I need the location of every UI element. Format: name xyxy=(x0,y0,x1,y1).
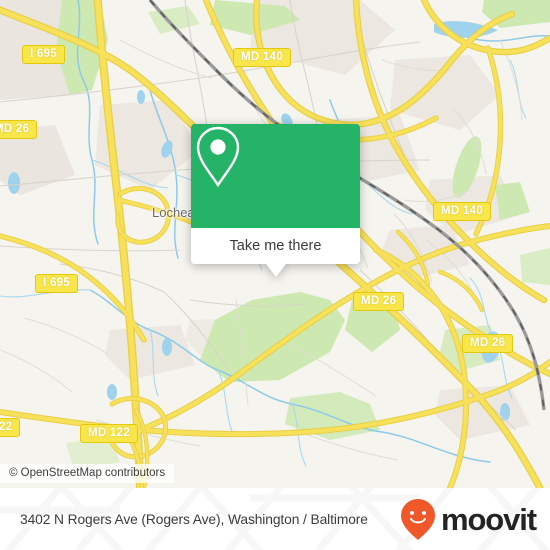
osm-attribution[interactable]: © OpenStreetMap contributors xyxy=(0,464,175,483)
moovit-logo[interactable]: moovit xyxy=(398,497,537,541)
popup-marker-area xyxy=(191,124,360,228)
moovit-pin-smiley-icon xyxy=(400,499,435,540)
shield-md26-center: MD 26 xyxy=(353,292,405,311)
shield-i695-north: I 695 xyxy=(22,45,66,64)
moovit-wordmark: moovit xyxy=(440,501,537,537)
shield-md140-east: MD 140 xyxy=(433,202,492,221)
shield-md22-southwest: 22 xyxy=(0,418,21,437)
footer-bar: 3402 N Rogers Ave (Rogers Ave), Washingt… xyxy=(0,488,550,550)
shield-i695-south: I 695 xyxy=(35,274,79,293)
shield-md122-south: MD 122 xyxy=(80,424,139,443)
location-popup-card[interactable]: Take me there xyxy=(191,124,360,277)
shield-md140-north: MD 140 xyxy=(233,48,292,67)
shield-md26-west: MD 26 xyxy=(0,120,38,139)
map-screenshot-root: .rd { fill:none; stroke:#f7e05a; stroke-… xyxy=(0,0,550,550)
take-me-there-button[interactable]: Take me there xyxy=(191,228,360,264)
map-pin-icon xyxy=(196,126,240,188)
take-me-there-label: Take me there xyxy=(229,238,322,254)
shield-md26-southeast: MD 26 xyxy=(462,334,514,353)
popup-tail xyxy=(265,264,286,277)
map-canvas[interactable]: .rd { fill:none; stroke:#f7e05a; stroke-… xyxy=(0,0,550,488)
footer-content: 3402 N Rogers Ave (Rogers Ave), Washingt… xyxy=(0,488,550,550)
location-address: 3402 N Rogers Ave (Rogers Ave), Washingt… xyxy=(20,511,368,527)
